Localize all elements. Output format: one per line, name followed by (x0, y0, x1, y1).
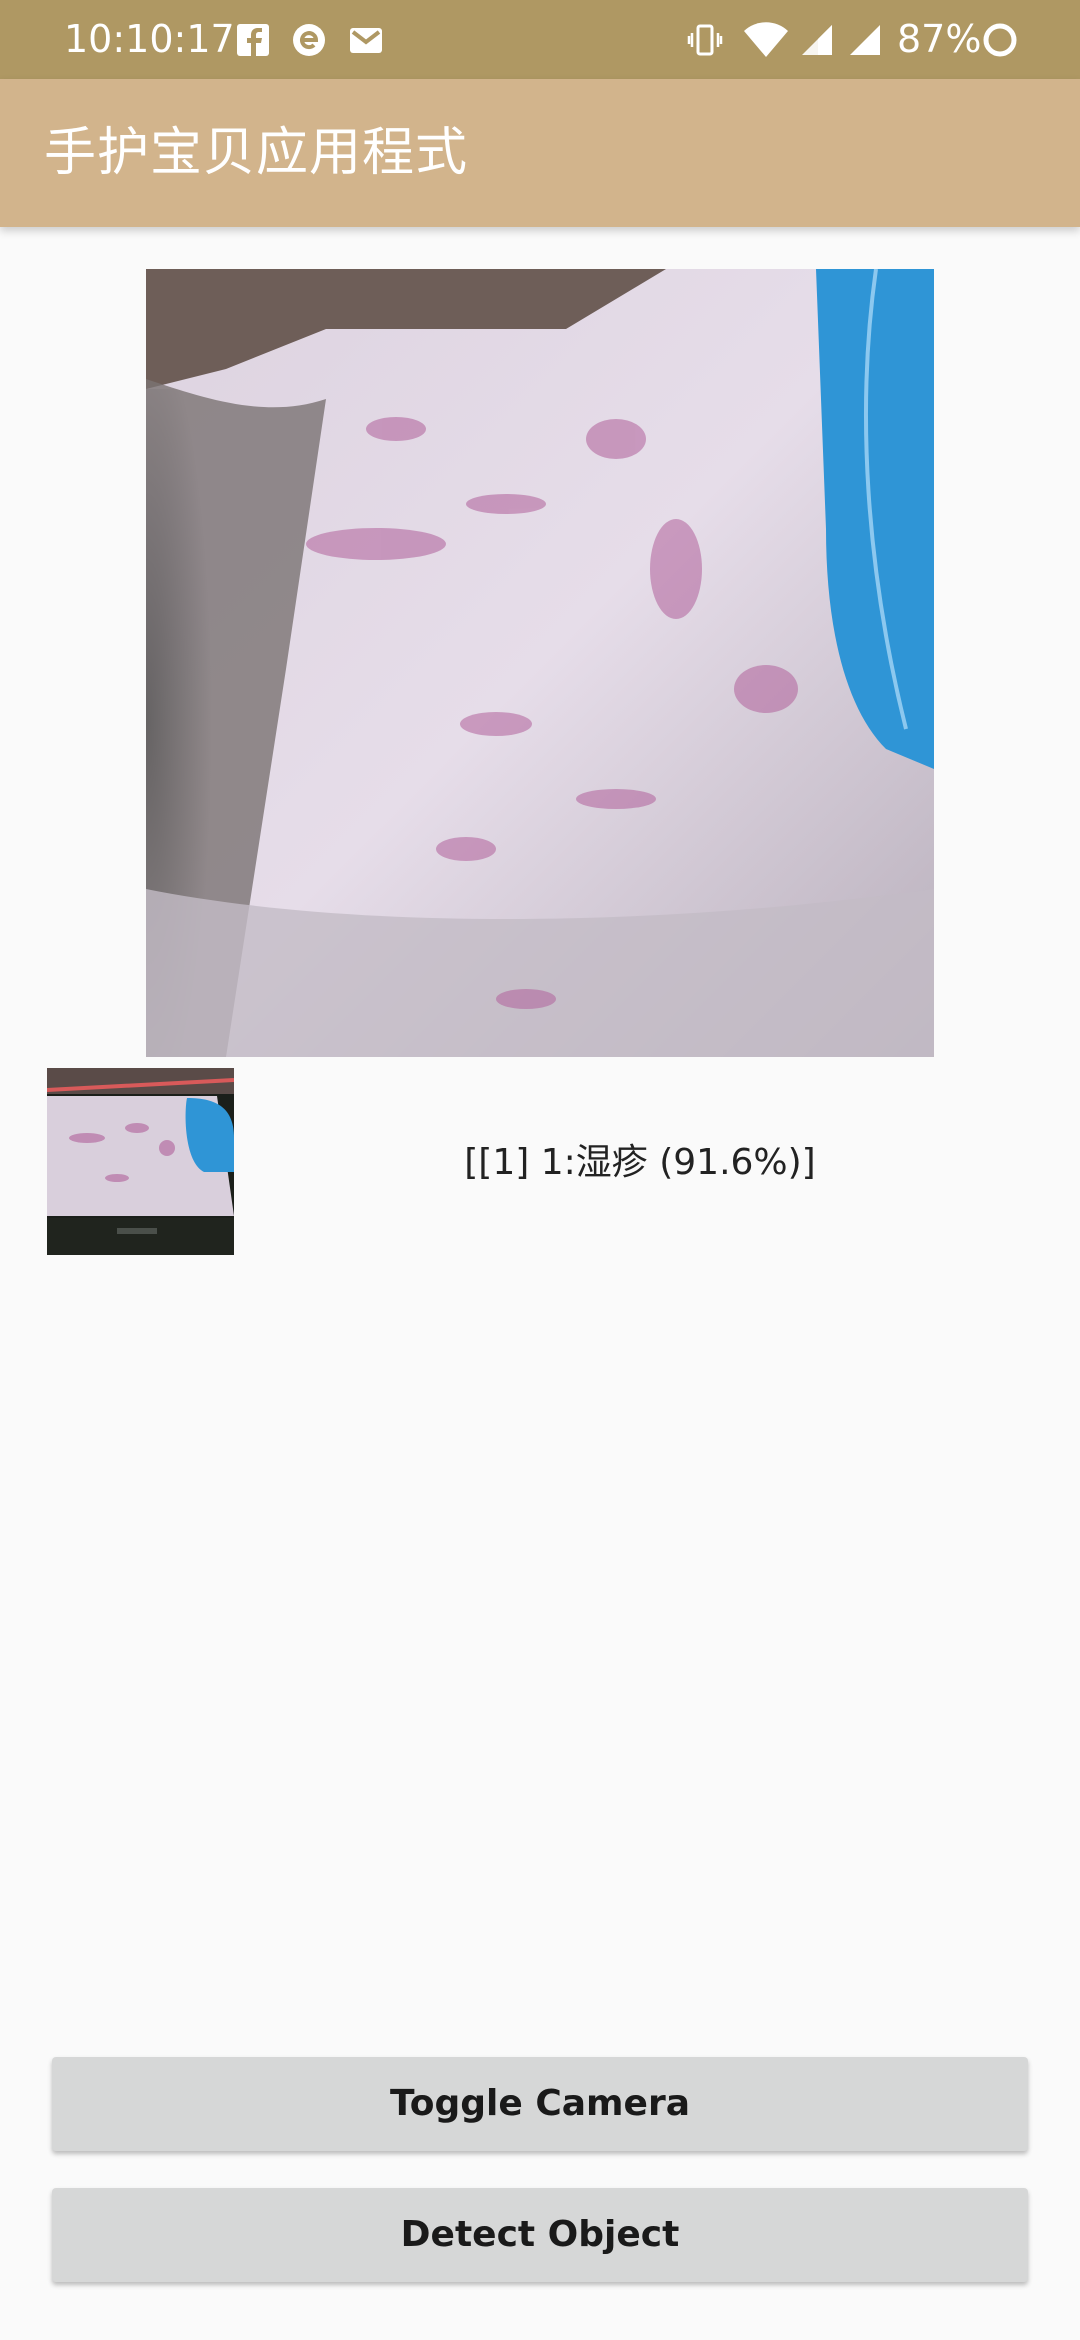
gmail-icon (347, 21, 385, 59)
refresh-e-icon (290, 21, 328, 59)
toggle-camera-button[interactable]: Toggle Camera (52, 2057, 1028, 2151)
signal-icon (798, 21, 836, 59)
app-title: 手护宝贝应用程式 (44, 123, 469, 183)
app-screen: 10:10:17 87% 手护宝贝应用程式 [[1] 1:湿疹 (91.6%)]… (0, 0, 1080, 2340)
detection-thumbnail (47, 1068, 234, 1255)
status-bar: 10:10:17 87% (0, 0, 1080, 79)
battery-percent: 87% (897, 17, 982, 61)
vibrate-icon (686, 21, 724, 59)
facebook-icon (234, 21, 272, 59)
detect-object-button[interactable]: Detect Object (52, 2188, 1028, 2282)
status-time: 10:10:17 (64, 17, 235, 61)
signal-icon (846, 21, 884, 59)
app-bar: 手护宝贝应用程式 (0, 79, 1080, 227)
battery-ring-icon (981, 21, 1019, 59)
wifi-icon (743, 21, 789, 59)
camera-preview-image (146, 269, 934, 1057)
detection-result-text: [[1] 1:湿疹 (91.6%)] (464, 1142, 816, 1183)
